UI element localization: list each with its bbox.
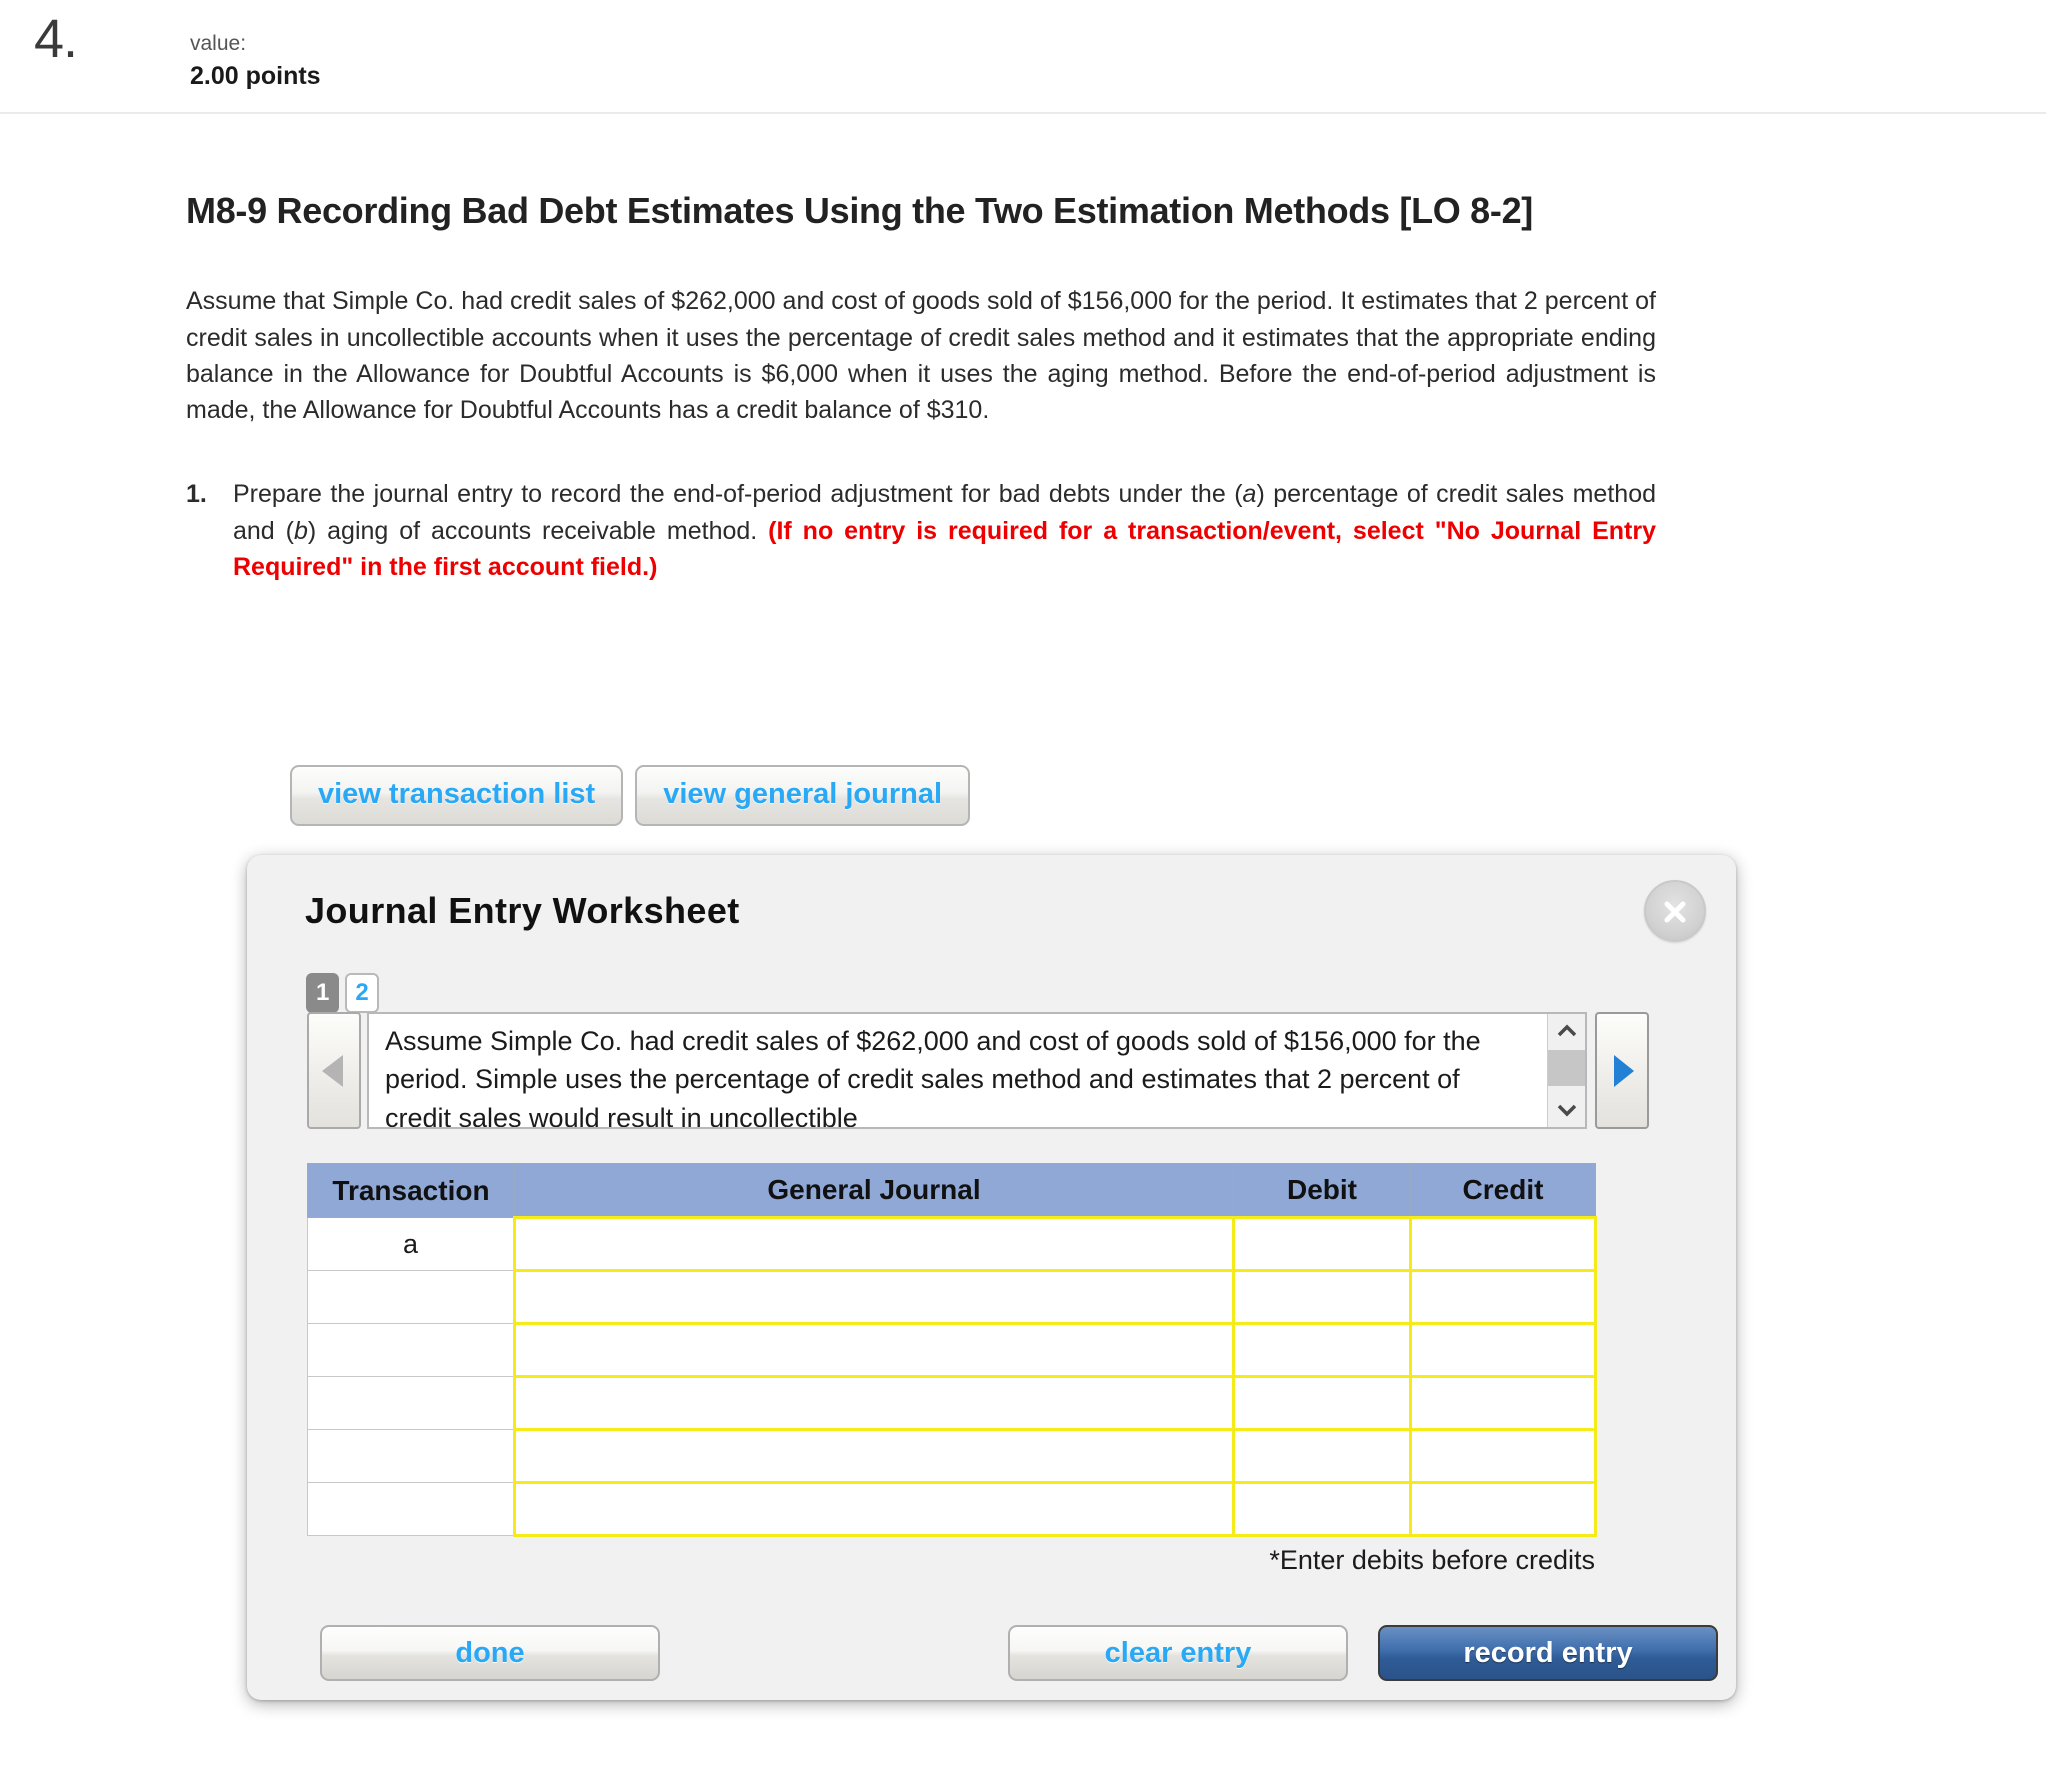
transaction-label (307, 1429, 515, 1483)
requirement-number: 1. (186, 480, 207, 509)
exercise-content: M8-9 Recording Bad Debt Estimates Using … (186, 190, 1666, 585)
question-header: 4. value: 2.00 points (0, 0, 2046, 114)
general-journal-input[interactable] (513, 1375, 1235, 1431)
value-label: value: (190, 32, 247, 55)
description-navigator: Assume Simple Co. had credit sales of $2… (307, 1012, 1649, 1129)
worksheet-title: Journal Entry Worksheet (305, 890, 740, 931)
debit-input[interactable] (1232, 1481, 1412, 1537)
credit-input[interactable] (1409, 1269, 1597, 1325)
chevron-down-icon[interactable] (1548, 1093, 1585, 1127)
clear-entry-button[interactable]: clear entry (1008, 1625, 1348, 1681)
journal-entry-table: Transaction General Journal Debit Credit… (307, 1163, 1597, 1537)
chevron-up-icon[interactable] (1548, 1014, 1585, 1048)
table-row: a (307, 1216, 1597, 1272)
transaction-label: a (307, 1217, 515, 1271)
general-journal-input[interactable] (513, 1322, 1235, 1378)
general-journal-input[interactable] (513, 1216, 1235, 1272)
triangle-left-icon[interactable] (307, 1012, 361, 1129)
table-row (307, 1481, 1597, 1537)
table-header-row: Transaction General Journal Debit Credit (307, 1163, 1596, 1218)
table-row (307, 1322, 1597, 1378)
header-divider (0, 112, 2046, 114)
table-row (307, 1269, 1597, 1325)
page-title: M8-9 Recording Bad Debt Estimates Using … (186, 190, 1533, 231)
view-buttons-group: view transaction list view general journ… (290, 765, 971, 826)
triangle-right-icon[interactable] (1595, 1012, 1649, 1129)
enter-debits-note: *Enter debits before credits (1269, 1545, 1595, 1575)
view-transaction-list-button[interactable]: view transaction list (290, 765, 624, 826)
general-journal-input[interactable] (513, 1269, 1235, 1325)
scrollbar-thumb[interactable] (1548, 1050, 1585, 1086)
transaction-description-box[interactable]: Assume Simple Co. had credit sales of $2… (367, 1012, 1587, 1129)
table-row (307, 1428, 1597, 1484)
close-icon[interactable] (1644, 880, 1706, 942)
transaction-label (307, 1482, 515, 1536)
credit-input[interactable] (1409, 1428, 1597, 1484)
debit-input[interactable] (1232, 1322, 1412, 1378)
done-button[interactable]: done (320, 1625, 660, 1681)
requirement-paragraph: 1. Prepare the journal entry to record th… (186, 476, 1656, 585)
credit-input[interactable] (1409, 1216, 1597, 1272)
column-header-credit: Credit (1410, 1163, 1596, 1218)
column-header-general-journal: General Journal (514, 1163, 1234, 1218)
general-journal-input[interactable] (513, 1428, 1235, 1484)
tab-2[interactable]: 2 (345, 973, 379, 1013)
debit-input[interactable] (1232, 1375, 1412, 1431)
general-journal-input[interactable] (513, 1481, 1235, 1537)
transaction-label (307, 1376, 515, 1430)
scenario-paragraph: Assume that Simple Co. had credit sales … (186, 287, 1656, 425)
credit-input[interactable] (1409, 1481, 1597, 1537)
credit-input[interactable] (1409, 1375, 1597, 1431)
question-number: 4. (34, 9, 78, 69)
label-b: b (293, 516, 308, 545)
transaction-label (307, 1323, 515, 1377)
debit-input[interactable] (1232, 1428, 1412, 1484)
transaction-label (307, 1270, 515, 1324)
record-entry-button[interactable]: record entry (1378, 1625, 1718, 1681)
requirement-text-1: Prepare the journal entry to record the … (233, 480, 1243, 509)
debit-input[interactable] (1232, 1216, 1412, 1272)
view-general-journal-button[interactable]: view general journal (635, 765, 971, 826)
credit-input[interactable] (1409, 1322, 1597, 1378)
worksheet-footer: done clear entry record entry (0, 1625, 2046, 1681)
points-value: 2.00 points (190, 62, 321, 90)
column-header-debit: Debit (1233, 1163, 1411, 1218)
table-row (307, 1375, 1597, 1431)
worksheet-tabs: 1 2 (306, 973, 379, 1013)
tab-1[interactable]: 1 (306, 973, 340, 1013)
label-a: a (1242, 480, 1257, 509)
transaction-description-text: Assume Simple Co. had credit sales of $2… (385, 1026, 1481, 1129)
description-scrollbar[interactable] (1547, 1014, 1585, 1127)
debit-input[interactable] (1232, 1269, 1412, 1325)
requirement-text-3: ) aging of accounts receivable method. (307, 516, 769, 545)
column-header-transaction: Transaction (307, 1163, 515, 1218)
